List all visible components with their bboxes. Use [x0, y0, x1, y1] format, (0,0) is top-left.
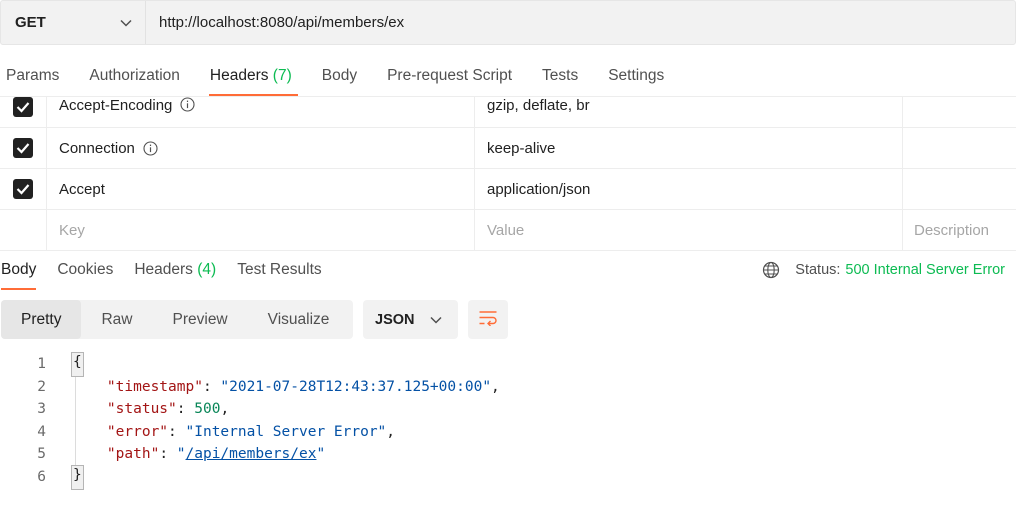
- header-key-cell[interactable]: Accept-Encoding: [47, 97, 475, 127]
- code-line: 1{: [0, 352, 500, 377]
- response-status: Status: 500 Internal Server Error: [762, 258, 1005, 282]
- header-description-cell[interactable]: [903, 169, 1016, 209]
- tab-settings[interactable]: Settings: [608, 58, 664, 96]
- tab-headers-label: Headers: [209, 67, 269, 84]
- new-description-input[interactable]: Description: [903, 210, 1016, 250]
- header-key-cell[interactable]: Connection: [47, 128, 475, 168]
- json-key: "status": [106, 401, 177, 418]
- chevron-down-icon: [429, 313, 443, 327]
- code-line: 4 "error": "Internal Server Error",: [0, 421, 500, 444]
- new-key-input[interactable]: Key: [47, 210, 475, 250]
- header-description-cell[interactable]: [903, 128, 1016, 168]
- method-label: GET: [15, 14, 46, 31]
- checkbox-checked-icon[interactable]: [13, 97, 33, 117]
- row-checkbox-cell: [0, 128, 47, 168]
- header-value-cell[interactable]: application/json: [475, 169, 903, 209]
- json-value: "2021-07-28T12:43:37.125+00:00": [220, 378, 492, 395]
- json-key: "error": [106, 423, 169, 440]
- tab-authorization[interactable]: Authorization: [89, 58, 179, 96]
- tab-test-results[interactable]: Test Results: [237, 254, 321, 290]
- header-value-cell[interactable]: keep-alive: [475, 128, 903, 168]
- header-value: application/json: [487, 180, 591, 198]
- tab-tests[interactable]: Tests: [542, 58, 578, 96]
- status-value[interactable]: 500 Internal Server Error: [845, 262, 1005, 278]
- tab-response-headers[interactable]: Headers (4): [134, 254, 216, 290]
- status-label: Status:: [795, 262, 841, 278]
- format-toggle-group: Pretty Raw Preview Visualize: [1, 300, 353, 339]
- tab-response-body[interactable]: Body: [1, 254, 37, 290]
- tab-cookies[interactable]: Cookies: [57, 254, 113, 290]
- header-description-cell[interactable]: [903, 97, 1016, 127]
- response-tabs: Body Cookies Headers (4) Test Results: [0, 254, 343, 290]
- checkbox-checked-icon[interactable]: [13, 179, 33, 199]
- wrap-lines-icon: [478, 310, 498, 330]
- tab-body[interactable]: Body: [322, 58, 357, 96]
- method-select[interactable]: GET: [1, 1, 146, 44]
- header-value-cell[interactable]: gzip, deflate, br: [475, 97, 903, 127]
- table-row: Accept application/json: [0, 169, 1016, 210]
- info-icon[interactable]: [180, 97, 195, 112]
- checkbox-checked-icon[interactable]: [13, 138, 33, 158]
- value-placeholder: Value: [487, 221, 525, 239]
- code-line: 6}: [0, 464, 500, 490]
- info-icon[interactable]: [143, 140, 158, 156]
- header-key: Accept: [59, 180, 105, 198]
- url-input[interactable]: http://localhost:8080/api/members/ex: [146, 14, 404, 31]
- visualize-button[interactable]: Visualize: [248, 300, 350, 339]
- line-number: 1: [37, 356, 46, 372]
- preview-button[interactable]: Preview: [153, 300, 248, 339]
- json-path-link[interactable]: /api/members/ex: [186, 443, 317, 466]
- table-row: Accept-Encoding gzip, deflate, br: [0, 97, 1016, 128]
- line-number: 4: [37, 423, 46, 440]
- headers-table: Accept-Encoding gzip, deflate, br Connec…: [0, 96, 1016, 251]
- header-key-cell[interactable]: Accept: [47, 169, 475, 209]
- url-bar: GET http://localhost:8080/api/members/ex: [0, 0, 1016, 45]
- new-value-input[interactable]: Value: [475, 210, 903, 250]
- language-select[interactable]: JSON: [363, 300, 458, 339]
- tab-response-headers-count: (4): [197, 261, 217, 278]
- line-number: 3: [37, 401, 46, 418]
- header-key: Connection: [59, 139, 135, 157]
- raw-button[interactable]: Raw: [81, 300, 152, 339]
- json-value: 500: [194, 401, 221, 418]
- table-row-new: Key Value Description: [0, 210, 1016, 251]
- code-line: 2 "timestamp": "2021-07-28T12:43:37.125+…: [0, 376, 500, 399]
- line-number: 6: [37, 468, 46, 485]
- chevron-down-icon: [119, 16, 133, 30]
- header-value: gzip, deflate, br: [487, 97, 590, 114]
- pretty-button[interactable]: Pretty: [1, 300, 82, 339]
- close-brace: }: [71, 464, 84, 490]
- line-number: 2: [37, 378, 46, 395]
- description-placeholder: Description: [914, 221, 990, 239]
- open-brace: {: [71, 352, 84, 377]
- code-line: 5 "path": "/api/members/ex ": [0, 443, 500, 466]
- line-number: 5: [37, 446, 46, 463]
- request-tabs: Params Authorization Headers (7) Body Pr…: [0, 58, 679, 98]
- wrap-lines-button[interactable]: [468, 300, 508, 339]
- header-key: Accept-Encoding: [59, 97, 173, 114]
- response-body-code[interactable]: 1{ 2 "timestamp": "2021-07-28T12:43:37.1…: [0, 352, 500, 490]
- tab-headers[interactable]: Headers (7): [208, 58, 298, 96]
- globe-icon[interactable]: [762, 261, 780, 279]
- row-checkbox-cell: [0, 210, 47, 250]
- tab-params[interactable]: Params: [6, 58, 59, 96]
- tab-headers-count: (7): [272, 67, 292, 84]
- json-key: "path": [106, 446, 160, 463]
- key-placeholder: Key: [59, 221, 85, 239]
- json-key: "timestamp": [106, 378, 203, 395]
- code-line: 3 "status": 500,: [0, 398, 500, 421]
- tab-response-headers-label: Headers: [134, 261, 193, 278]
- table-row: Connection keep-alive: [0, 128, 1016, 169]
- json-value: "Internal Server Error": [185, 423, 387, 440]
- header-value: keep-alive: [487, 139, 556, 157]
- row-checkbox-cell: [0, 169, 47, 209]
- row-checkbox-cell: [0, 97, 47, 127]
- language-label: JSON: [375, 311, 415, 328]
- tab-pre-request-script[interactable]: Pre-request Script: [387, 58, 512, 96]
